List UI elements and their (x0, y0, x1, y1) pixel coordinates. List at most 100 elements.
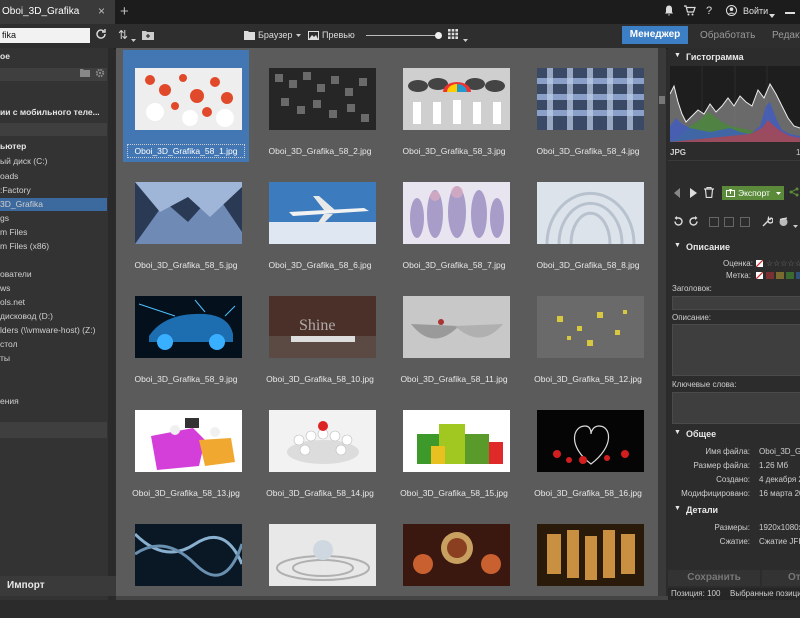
tag-red[interactable] (766, 272, 774, 279)
tree-item[interactable]: ователи (0, 269, 108, 279)
tag-yellow[interactable] (776, 272, 784, 279)
export-button[interactable]: Экспорт (722, 186, 784, 200)
thumbnail-image[interactable] (537, 524, 644, 586)
share-icon[interactable] (789, 187, 799, 199)
add-tab-icon[interactable]: + (120, 3, 129, 20)
new-folder-icon[interactable] (142, 29, 154, 43)
thumbnail-image[interactable] (269, 524, 376, 586)
thumbnail-image[interactable]: Shine (269, 296, 376, 358)
thumbnail-item[interactable]: Oboi_3D_Grafika_58_13.jpg (123, 392, 249, 504)
tree-item[interactable]: oads (0, 171, 108, 181)
sort-icon[interactable]: ⇅ (118, 28, 128, 42)
keywords-field[interactable] (672, 392, 800, 424)
thumbnail-item[interactable]: Oboi_3D_Grafika_58_15.jpg (391, 392, 517, 504)
slider-thumb[interactable] (435, 32, 442, 39)
thumbnail-image[interactable] (135, 296, 242, 358)
thumbnail-item[interactable]: Oboi_3D_Grafika_58_6.jpg (257, 164, 383, 276)
thumbnail-image[interactable] (537, 410, 644, 472)
trash-icon[interactable] (704, 186, 714, 200)
thumbnail-image[interactable] (135, 68, 242, 130)
tree-item[interactable]: дисковод (D:) (0, 311, 108, 321)
prev-icon[interactable] (674, 188, 681, 200)
tree-item[interactable]: m Files (x86) (0, 241, 108, 251)
thumbnail-item[interactable] (123, 506, 249, 618)
thumbnail-image[interactable] (537, 296, 644, 358)
rotate-right-icon[interactable] (688, 216, 699, 229)
section-general[interactable]: ▼ Общее (668, 427, 800, 441)
no-tag-icon[interactable] (756, 272, 763, 279)
close-icon[interactable]: × (98, 4, 105, 18)
minimize-icon[interactable] (785, 12, 795, 14)
thumbnail-item[interactable]: Oboi_3D_Grafika_58_5.jpg (123, 164, 249, 276)
tree-item[interactable]: стол (0, 339, 108, 349)
user-icon[interactable] (726, 5, 737, 19)
preview-toggle[interactable]: Превью (308, 28, 358, 43)
heading-field[interactable] (672, 296, 800, 310)
chevron-down-icon[interactable] (769, 10, 775, 18)
thumbnail-item[interactable]: Oboi_3D_Grafika_58_8.jpg (525, 164, 651, 276)
thumbnail-image[interactable] (269, 410, 376, 472)
tree-item[interactable]: :Factory (0, 185, 108, 195)
mode-manager-tab[interactable]: Менеджер (622, 26, 688, 44)
tree-item[interactable]: ws (0, 283, 108, 293)
thumbnail-item[interactable]: Oboi_3D_Grafika_58_2.jpg (257, 50, 383, 162)
move-icon[interactable] (724, 217, 734, 227)
thumbnail-item[interactable]: Oboi_3D_Grafika_58_7.jpg (391, 164, 517, 276)
thumbnail-image[interactable] (133, 524, 244, 586)
thumbnail-image[interactable] (403, 68, 510, 130)
tree-item[interactable]: gs (0, 213, 108, 223)
section-histogram[interactable]: ▼ Гистограмма (668, 50, 800, 64)
mode-redact-tab[interactable]: Редакт (772, 30, 800, 41)
tree-item[interactable]: ения (0, 396, 108, 406)
thumbnail-item[interactable]: Oboi_3D_Grafika_58_3.jpg (391, 50, 517, 162)
tag-green[interactable] (786, 272, 794, 279)
cart-icon[interactable] (684, 5, 696, 19)
bell-icon[interactable] (664, 5, 674, 19)
thumbnail-item[interactable]: Oboi_3D_Grafika_58_4.jpg (525, 50, 651, 162)
thumbnail-image[interactable] (403, 296, 510, 358)
tree-item[interactable]: ols.net (0, 297, 108, 307)
rating-stars[interactable]: ☆☆☆☆☆ (766, 258, 800, 268)
thumbnail-image[interactable] (403, 410, 510, 472)
thumbnail-item[interactable]: Oboi_3D_Grafika_58_16.jpg (525, 392, 651, 504)
rotate-left-icon[interactable] (673, 216, 684, 229)
grid-view-icon[interactable] (448, 28, 458, 42)
thumbnail-item[interactable]: Oboi_3D_Grafika_58_12.jpg (525, 278, 651, 390)
rename-icon[interactable] (740, 217, 750, 227)
next-icon[interactable] (690, 188, 697, 200)
thumbnail-image[interactable] (135, 182, 242, 244)
thumbnail-size-slider[interactable] (366, 35, 438, 36)
thumbnail-item[interactable]: Shine Oboi_3D_Grafika_58_10.jpg (257, 278, 383, 390)
tree-item[interactable]: 3D_Grafika (0, 199, 108, 209)
scrollbar-thumb[interactable] (659, 96, 665, 104)
save-button[interactable]: Сохранить (668, 570, 760, 586)
browser-toggle[interactable]: Браузер (244, 28, 302, 43)
chevron-down-icon[interactable] (463, 34, 468, 44)
tree-group[interactable]: ии с мобильного теле... (0, 107, 108, 117)
login-link[interactable]: Войти (743, 6, 768, 16)
tree-group[interactable]: ьютер (0, 141, 108, 151)
help-icon[interactable]: ? (706, 5, 712, 17)
tree-item[interactable]: ый диск (C:) (0, 156, 108, 166)
reject-flag-icon[interactable] (756, 260, 763, 267)
copy-icon[interactable] (709, 217, 719, 227)
chevron-down-icon[interactable] (793, 220, 798, 230)
tree-item[interactable]: m Files (0, 227, 108, 237)
left-scrollbar[interactable] (108, 48, 114, 600)
cancel-button[interactable]: От (762, 570, 800, 586)
thumbnail-item[interactable] (525, 506, 651, 618)
thumbnail-image[interactable] (269, 182, 376, 244)
grid-scrollbar[interactable] (658, 48, 666, 600)
thumbnail-image[interactable] (403, 524, 510, 586)
tree-item[interactable]: ты (0, 353, 108, 363)
description-field[interactable] (672, 324, 800, 376)
thumbnail-image[interactable] (537, 182, 644, 245)
thumbnail-item[interactable] (257, 506, 383, 618)
tree-group[interactable]: ое (0, 51, 108, 61)
thumbnail-item[interactable]: Oboi_3D_Grafika_58_9.jpg (123, 278, 249, 390)
chevron-down-icon[interactable] (131, 34, 136, 44)
add-folder-icon[interactable] (80, 69, 90, 79)
thumbnail-item[interactable]: Oboi_3D_Grafika_58_14.jpg (257, 392, 383, 504)
thumbnail-image[interactable] (135, 410, 242, 472)
tree-item[interactable]: lders (\\vmware-host) (Z:) (0, 325, 108, 335)
